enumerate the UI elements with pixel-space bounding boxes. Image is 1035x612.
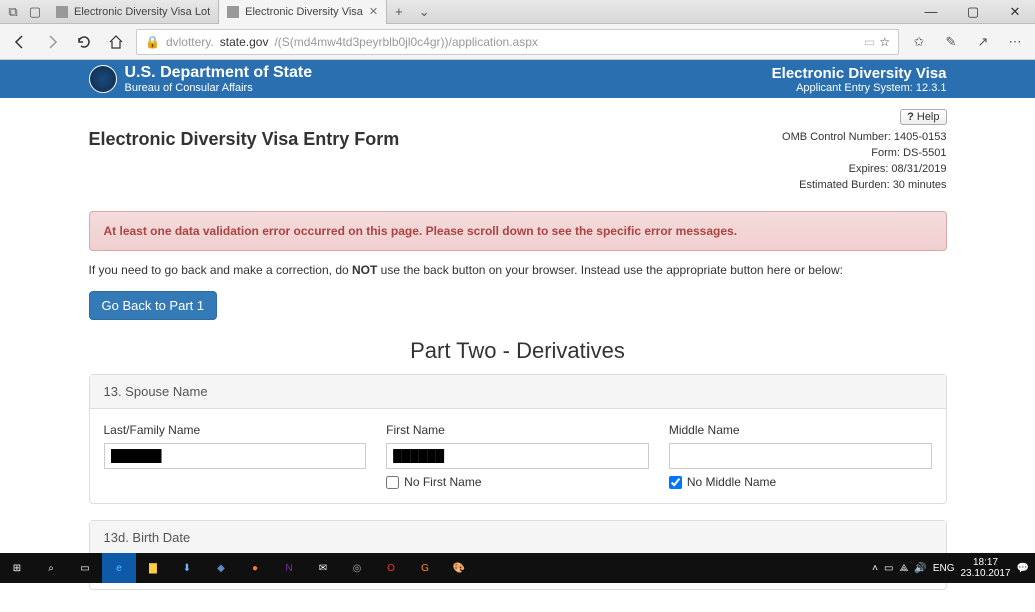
instruction-text: If you need to go back and make a correc… bbox=[89, 263, 947, 277]
form-burden: Estimated Burden: 30 minutes bbox=[782, 177, 946, 193]
instruction-prefix: If you need to go back and make a correc… bbox=[89, 263, 353, 277]
favicon-icon bbox=[227, 6, 239, 18]
back-button[interactable] bbox=[8, 30, 32, 54]
instruction-suffix: use the back button on your browser. Ins… bbox=[377, 263, 843, 277]
language-indicator[interactable]: ENG bbox=[933, 563, 955, 574]
start-button[interactable]: ⊞ bbox=[0, 553, 34, 583]
page-header: U.S. Department of State Bureau of Consu… bbox=[0, 60, 1035, 98]
tab-title: Electronic Diversity Visa Lot bbox=[74, 6, 210, 18]
help-label: Help bbox=[917, 111, 940, 123]
last-name-label: Last/Family Name bbox=[104, 423, 367, 437]
app2-taskbar-icon[interactable]: ◎ bbox=[340, 553, 374, 583]
windows-taskbar: ⊞ ⌕ ▭ e ▇ ⬇ ◆ ● N ✉ ◎ O G 🎨 ˄ ▭ ⟁ 🔊 ENG … bbox=[0, 553, 1035, 583]
browser-tab-active[interactable]: Electronic Diversity Visa ✕ bbox=[219, 0, 387, 24]
close-tab-icon[interactable]: ✕ bbox=[369, 5, 378, 18]
state-seal-icon bbox=[89, 65, 117, 93]
window-copy-icon[interactable]: ⧉ bbox=[6, 5, 20, 19]
content-area: ? Help Electronic Diversity Visa Entry F… bbox=[83, 98, 953, 612]
notes-icon[interactable]: ✎ bbox=[939, 30, 963, 54]
app-taskbar-icon[interactable]: ◆ bbox=[204, 553, 238, 583]
no-middle-name-label: No Middle Name bbox=[687, 475, 776, 489]
share-icon[interactable]: ↗ bbox=[971, 30, 995, 54]
url-domain: state.gov bbox=[220, 35, 269, 49]
tab-more-icon[interactable]: ⌄ bbox=[411, 4, 438, 20]
last-name-input[interactable] bbox=[104, 443, 367, 469]
validation-alert: At least one data validation error occur… bbox=[89, 211, 947, 251]
refresh-button[interactable] bbox=[72, 30, 96, 54]
opera-taskbar-icon[interactable]: O bbox=[374, 553, 408, 583]
browser-tab-bar: ⧉ ▢ Electronic Diversity Visa Lot Electr… bbox=[0, 0, 1035, 24]
app3-taskbar-icon[interactable]: G bbox=[408, 553, 442, 583]
tab-title: Electronic Diversity Visa bbox=[245, 6, 363, 18]
browser-nav-bar: 🔒 dvlottery. state.gov /(S(md4mw4td3peyrbl… bbox=[0, 24, 1035, 60]
window-list-icon[interactable]: ▢ bbox=[28, 5, 42, 19]
url-suffix: /(S(md4mw4td3peyrblb0jl0c4gr))/applicati… bbox=[274, 35, 537, 49]
wifi-icon[interactable]: ⟁ bbox=[899, 563, 908, 574]
edge-taskbar-icon[interactable]: e bbox=[102, 553, 136, 583]
more-icon[interactable]: ⋯ bbox=[1003, 30, 1027, 54]
favorite-icon[interactable]: ☆ bbox=[879, 35, 890, 49]
paint-taskbar-icon[interactable]: 🎨 bbox=[442, 553, 476, 583]
middle-name-label: Middle Name bbox=[669, 423, 932, 437]
no-first-name-checkbox[interactable] bbox=[386, 476, 399, 489]
go-back-button[interactable]: Go Back to Part 1 bbox=[89, 291, 218, 320]
clock-date: 23.10.2017 bbox=[960, 568, 1010, 579]
new-tab-button[interactable]: + bbox=[387, 4, 411, 19]
search-button[interactable]: ⌕ bbox=[34, 553, 68, 583]
notification-icon[interactable]: 💬 bbox=[1017, 563, 1029, 574]
form-expires: Expires: 08/31/2019 bbox=[782, 161, 946, 177]
reading-view-icon[interactable]: ▭ bbox=[864, 35, 875, 49]
form-number: Form: DS-5501 bbox=[782, 145, 946, 161]
close-window-button[interactable]: ✕ bbox=[995, 0, 1035, 24]
form-title: Electronic Diversity Visa Entry Form bbox=[89, 129, 400, 193]
home-button[interactable] bbox=[104, 30, 128, 54]
maximize-button[interactable]: ▢ bbox=[953, 0, 993, 24]
lock-icon: 🔒 bbox=[145, 35, 160, 49]
omb-number: OMB Control Number: 1405-0153 bbox=[782, 129, 946, 145]
help-icon: ? bbox=[907, 111, 914, 123]
explorer-taskbar-icon[interactable]: ▇ bbox=[136, 553, 170, 583]
address-bar[interactable]: 🔒 dvlottery. state.gov /(S(md4mw4td3peyrbl… bbox=[136, 29, 899, 55]
forward-button[interactable] bbox=[40, 30, 64, 54]
firefox-taskbar-icon[interactable]: ● bbox=[238, 553, 272, 583]
instruction-bold: NOT bbox=[352, 263, 377, 277]
middle-name-input[interactable] bbox=[669, 443, 932, 469]
taskbar-clock[interactable]: 18:17 23.10.2017 bbox=[960, 557, 1010, 579]
help-button[interactable]: ? Help bbox=[900, 109, 946, 125]
url-prefix: dvlottery. bbox=[166, 35, 214, 49]
store-taskbar-icon[interactable]: ⬇ bbox=[170, 553, 204, 583]
task-view-button[interactable]: ▭ bbox=[68, 553, 102, 583]
department-name: U.S. Department of State bbox=[125, 64, 313, 82]
spouse-panel-header: 13. Spouse Name bbox=[90, 375, 946, 409]
form-meta: OMB Control Number: 1405-0153 Form: DS-5… bbox=[782, 129, 946, 193]
clock-time: 18:17 bbox=[960, 557, 1010, 568]
favicon-icon bbox=[56, 6, 68, 18]
browser-tab-inactive[interactable]: Electronic Diversity Visa Lot bbox=[48, 0, 219, 24]
spouse-panel: 13. Spouse Name Last/Family Name First N… bbox=[89, 374, 947, 504]
favorites-hub-icon[interactable]: ✩ bbox=[907, 30, 931, 54]
section-title: Part Two - Derivatives bbox=[89, 338, 947, 364]
battery-icon[interactable]: ▭ bbox=[884, 563, 893, 574]
mail-taskbar-icon[interactable]: ✉ bbox=[306, 553, 340, 583]
first-name-label: First Name bbox=[386, 423, 649, 437]
tray-chevron-icon[interactable]: ˄ bbox=[872, 563, 878, 574]
app-title: Electronic Diversity Visa bbox=[772, 65, 947, 82]
onenote-taskbar-icon[interactable]: N bbox=[272, 553, 306, 583]
birth-panel-header: 13d. Birth Date bbox=[90, 521, 946, 555]
no-first-name-label: No First Name bbox=[404, 475, 481, 489]
first-name-input[interactable] bbox=[386, 443, 649, 469]
bureau-name: Bureau of Consular Affairs bbox=[125, 82, 313, 94]
minimize-button[interactable]: — bbox=[911, 0, 951, 24]
system-version: Applicant Entry System: 12.3.1 bbox=[772, 82, 947, 94]
no-middle-name-checkbox[interactable] bbox=[669, 476, 682, 489]
volume-icon[interactable]: 🔊 bbox=[914, 563, 926, 574]
